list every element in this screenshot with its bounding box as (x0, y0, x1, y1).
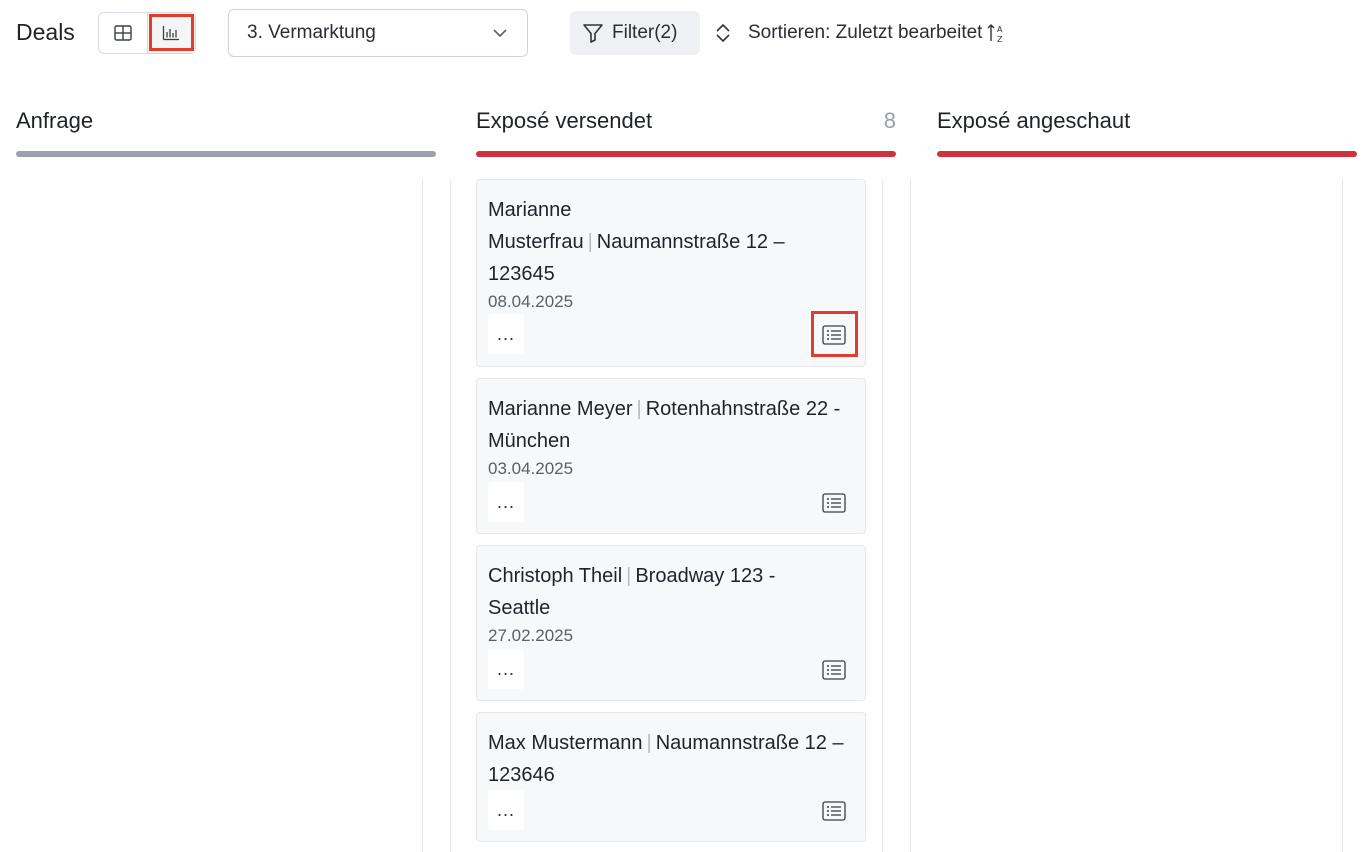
separator: | (587, 231, 593, 253)
toolbar: Deals 3. Vermarktung Filter(2) Sortieren… (0, 0, 1364, 66)
page-title: Deals (16, 19, 75, 45)
grid-icon (114, 25, 132, 41)
separator: | (646, 732, 652, 754)
deal-date: 08.04.2025 (488, 292, 574, 311)
deal-contact: Christoph Theil (488, 565, 623, 587)
list-icon[interactable] (821, 659, 847, 681)
deal-card[interactable]: Marianne Musterfrau | Naumannstraße 12 – 1… (476, 179, 866, 367)
funnel-icon (583, 24, 603, 43)
deal-title: Marianne Musterfrau | Naumannstraße 12 – 1… (488, 194, 828, 290)
deal-card[interactable]: Marianne Meyer | Rotenhahnstraße 22 - Münc… (476, 378, 866, 534)
column-header-expose-angeschaut: Exposé angeschaut (937, 108, 1357, 160)
separator: | (636, 398, 642, 420)
lane-divider (910, 180, 911, 852)
list-icon[interactable] (821, 492, 847, 514)
lane-divider (422, 180, 423, 852)
lane-divider (882, 180, 883, 852)
lane-divider (1342, 180, 1343, 852)
kanban-view-button[interactable] (146, 13, 195, 53)
deal-contact: Marianne Musterfrau (488, 199, 584, 253)
more-button[interactable]: ... (488, 482, 524, 522)
sort-label: Sortieren: Zuletzt bearbeitet (748, 22, 983, 43)
column-progress-bar (476, 151, 896, 157)
column-progress-bar (16, 151, 436, 157)
chevron-down-icon (493, 29, 507, 38)
bar-chart-icon (163, 26, 180, 41)
more-button[interactable]: ... (488, 649, 524, 689)
deal-title: Marianne Meyer | Rotenhahnstraße 22 - Münc… (488, 393, 854, 457)
deal-title: Max Mustermann | Naumannstraße 12 – 123646 (488, 727, 854, 791)
deal-contact: Marianne Meyer (488, 398, 633, 420)
column-header-anfrage: Anfrage (16, 108, 436, 160)
deal-date: 27.02.2025 (488, 626, 574, 645)
list-icon[interactable] (821, 800, 847, 822)
deal-contact: Max Mustermann (488, 732, 643, 754)
deal-title: Christoph Theil | Broadway 123 - Seattle (488, 560, 818, 624)
svg-text:A: A (997, 25, 1003, 34)
deal-card[interactable]: Christoph Theil | Broadway 123 - Seattle 2… (476, 545, 866, 701)
svg-text:Z: Z (997, 35, 1003, 44)
column-count: 8 (883, 108, 896, 133)
lane-divider (450, 180, 451, 852)
column-title: Exposé versendet (476, 108, 653, 133)
more-button[interactable]: ... (488, 314, 524, 354)
more-button[interactable]: ... (488, 790, 524, 830)
separator: | (626, 565, 632, 587)
column-title: Anfrage (16, 108, 94, 133)
sort-button[interactable]: Sortieren: Zuletzt bearbeitet A Z (712, 11, 1008, 55)
stage-select-value: 3. Vermarktung (247, 22, 376, 43)
column-title: Exposé angeschaut (937, 108, 1131, 133)
deal-card[interactable]: Max Mustermann | Naumannstraße 12 – 123646… (476, 712, 866, 842)
list-icon[interactable] (821, 324, 847, 346)
stage-select[interactable]: 3. Vermarktung (228, 9, 528, 57)
filter-label: Filter(2) (612, 22, 678, 43)
deal-date: 03.04.2025 (488, 459, 574, 478)
column-progress-bar (937, 151, 1357, 157)
grid-view-button[interactable] (99, 13, 147, 53)
sort-az-icon: A Z (987, 24, 1003, 44)
sort-updown-icon (716, 23, 730, 43)
filter-button[interactable]: Filter(2) (570, 11, 700, 55)
view-toggle (98, 12, 196, 54)
column-header-expose-versendet: Exposé versendet 8 (476, 108, 896, 160)
